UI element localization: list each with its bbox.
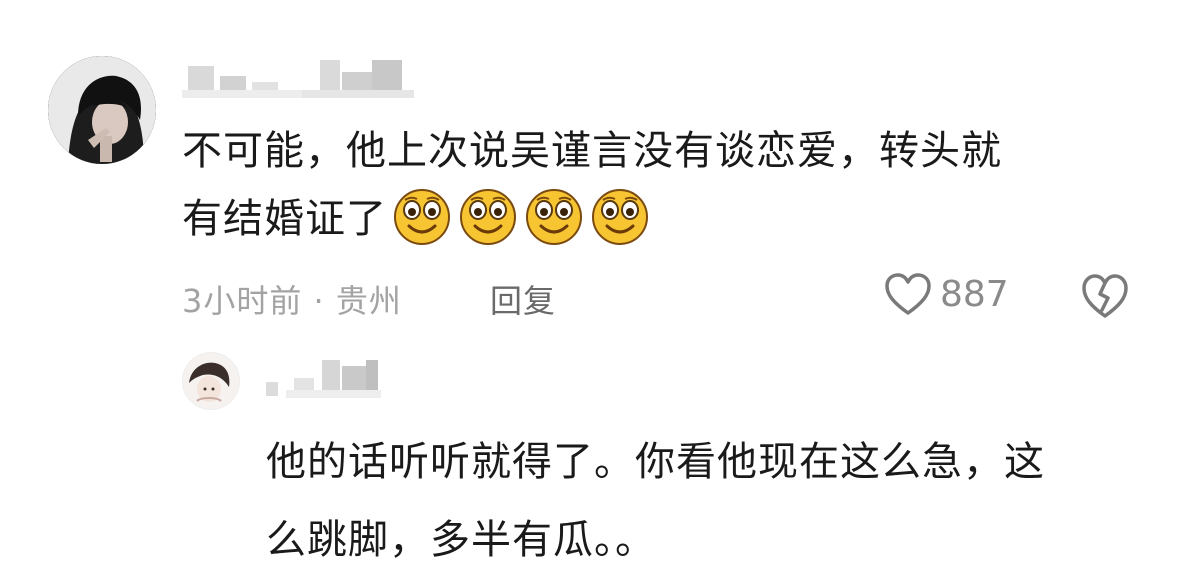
reply-text: 他的话听听就得了。你看他现在这么急，这 么跳脚，多半有瓜。。: [266, 423, 1146, 579]
replier-avatar[interactable]: [182, 352, 240, 410]
comment-text: 不可能，他上次说吴谨言没有谈恋爱，转头就 有结婚证了: [182, 118, 1112, 252]
smile-emoji-icon: [457, 184, 519, 246]
commenter-avatar[interactable]: [48, 56, 156, 164]
comment-text-line-2: 有结婚证了: [182, 184, 1112, 252]
avatar-illustration-image: [183, 353, 239, 409]
reply-text-line-2: 么跳脚，多半有瓜。。: [266, 517, 656, 563]
comment-time-location: 3小时前 · 贵州: [182, 282, 402, 320]
username-blurred: [182, 60, 414, 98]
like-count: 887: [940, 273, 1009, 315]
smile-emoji-icon: [523, 184, 585, 246]
comment-text-line-1: 不可能，他上次说吴谨言没有谈恋爱，转头就: [182, 128, 1002, 174]
comment-text-line-2-text: 有结婚证了: [182, 196, 387, 242]
smile-emoji-icon: [391, 184, 453, 246]
reply-username-blurred: [266, 360, 381, 398]
avatar-portrait-image: [48, 56, 156, 164]
comment-thread: 不可能，他上次说吴谨言没有谈恋爱，转头就 有结婚证了 3小时前 · 贵州 回复 …: [0, 0, 1179, 564]
reply-text-line-1: 他的话听听就得了。你看他现在这么急，这: [266, 439, 1045, 485]
smile-emoji-icon: [589, 184, 651, 246]
dislike-button[interactable]: [1080, 272, 1130, 320]
like-button[interactable]: 887: [884, 272, 1009, 316]
heart-outline-icon: [885, 273, 931, 315]
broken-heart-icon: [1082, 274, 1128, 318]
reply-button[interactable]: 回复: [490, 276, 556, 322]
